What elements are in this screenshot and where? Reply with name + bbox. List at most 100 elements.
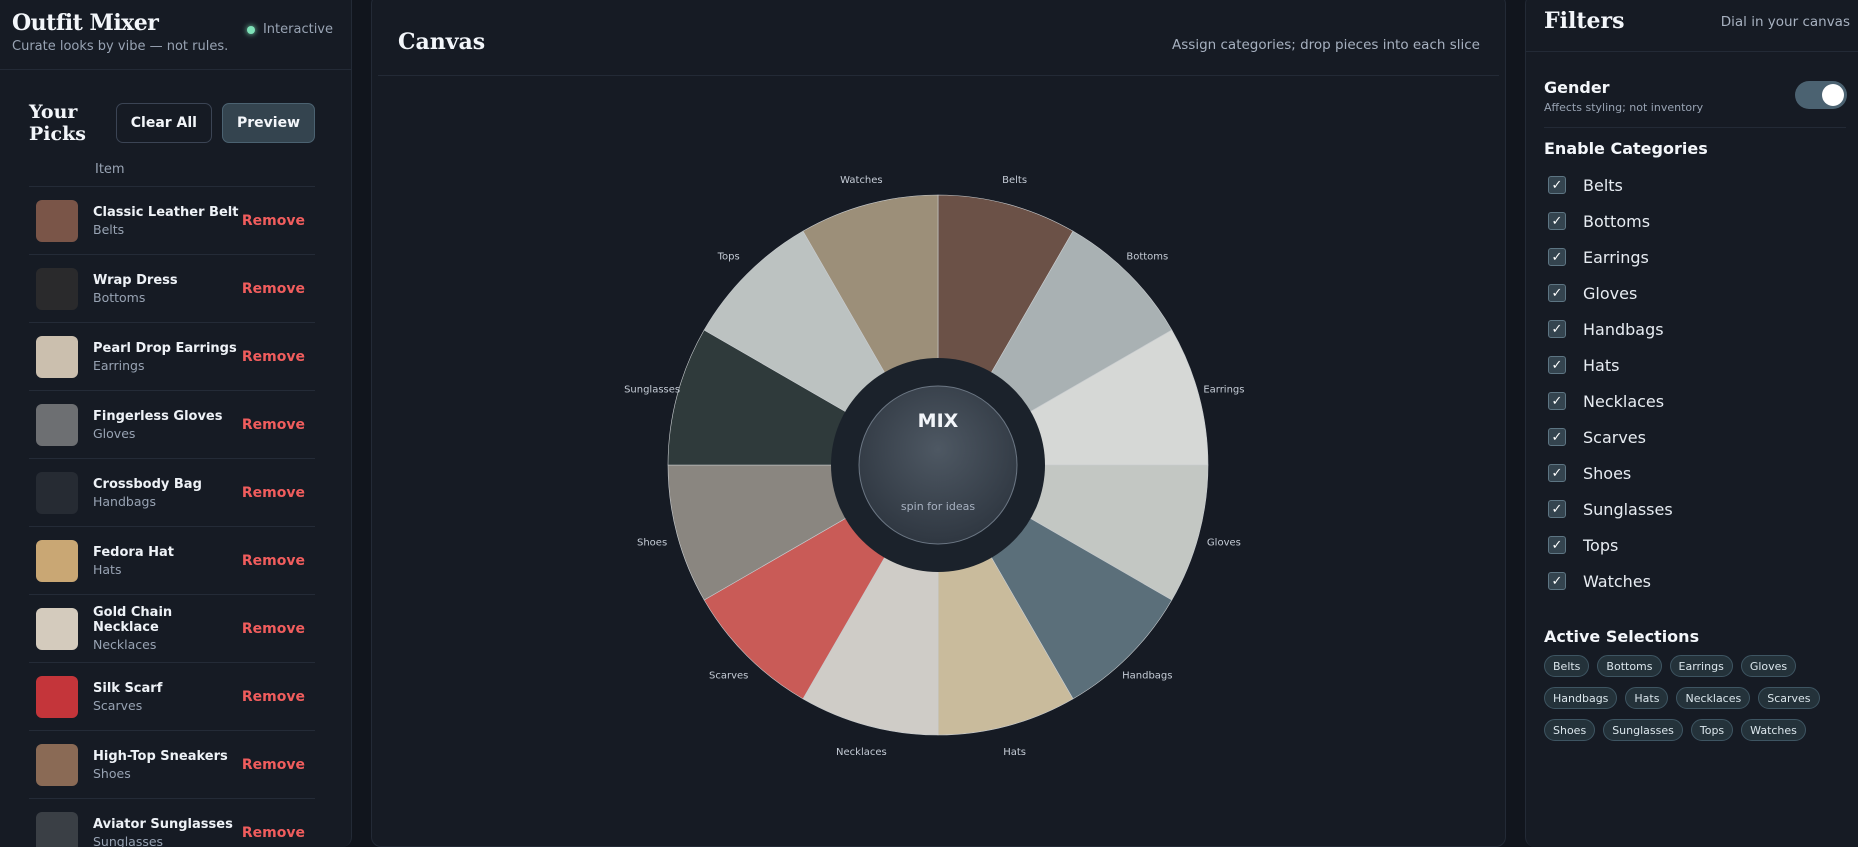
remove-button[interactable]: Remove [242,485,305,501]
category-checkbox-row[interactable]: ✓ Scarves [1548,419,1673,455]
checkbox-checked-icon[interactable]: ✓ [1548,464,1566,482]
table-row: Aviator Sunglasses Sunglasses Remove [29,799,315,847]
remove-button[interactable]: Remove [242,825,305,841]
gender-title: Gender [1544,78,1610,97]
item-thumbnail [36,539,78,582]
remove-button[interactable]: Remove [242,621,305,637]
divider [1526,51,1858,52]
checkbox-checked-icon[interactable]: ✓ [1548,356,1566,374]
canvas-panel: Canvas Assign categories; drop pieces in… [371,0,1506,847]
checkbox-checked-icon[interactable]: ✓ [1548,500,1566,518]
category-checkbox-row[interactable]: ✓ Gloves [1548,275,1673,311]
category-checkbox-row[interactable]: ✓ Necklaces [1548,383,1673,419]
remove-button[interactable]: Remove [242,553,305,569]
item-category: Hats [93,561,122,577]
active-chip[interactable]: Sunglasses [1603,719,1683,741]
active-selections-title: Active Selections [1544,627,1700,646]
status-indicator: Interactive [246,22,333,37]
table-row: High-Top Sneakers Shoes Remove [29,731,315,799]
checkbox-checked-icon[interactable]: ✓ [1548,212,1566,230]
item-category: Gloves [93,425,136,441]
checkbox-checked-icon[interactable]: ✓ [1548,392,1566,410]
category-label: Gloves [1583,283,1638,303]
preview-button[interactable]: Preview [221,103,315,143]
slice-label: Hats [1003,747,1026,758]
category-checkbox-row[interactable]: ✓ Tops [1548,527,1673,563]
category-checkbox-row[interactable]: ✓ Earrings [1548,239,1673,275]
clear-all-button[interactable]: Clear All [115,103,212,143]
checkbox-checked-icon[interactable]: ✓ [1548,536,1566,554]
active-chip[interactable]: Earrings [1669,655,1733,677]
table-row: Fedora Hat Hats Remove [29,527,315,595]
item-name: Classic Leather Belt [93,204,239,220]
active-chip[interactable]: Necklaces [1676,687,1751,709]
picks-panel: Outfit Mixer Curate looks by vibe — not … [0,0,352,847]
remove-button[interactable]: Remove [242,417,305,433]
active-chip[interactable]: Belts [1544,655,1590,677]
table-row: Wrap Dress Bottoms Remove [29,255,315,323]
slice-label: Necklaces [836,747,887,758]
item-text: Classic Leather Belt Belts [93,205,242,237]
category-label: Hats [1583,355,1620,375]
remove-button[interactable]: Remove [242,213,305,229]
active-chip[interactable]: Bottoms [1597,655,1662,677]
active-chip[interactable]: Scarves [1758,687,1820,709]
checkbox-checked-icon[interactable]: ✓ [1548,248,1566,266]
item-name: Fedora Hat [93,544,174,560]
remove-button[interactable]: Remove [242,689,305,705]
category-label: Necklaces [1583,391,1665,411]
active-chip[interactable]: Gloves [1740,655,1797,677]
slice-label: Gloves [1207,538,1241,549]
gender-subtitle: Affects styling; not inventory [1544,101,1704,114]
item-thumbnail [36,403,78,446]
item-text: Gold Chain Necklace Necklaces [93,605,242,652]
outfit-wheel[interactable]: Belts Bottoms Earrings Gloves Handbags Hats Ne… [372,0,1507,847]
slice-label: Handbags [1122,670,1172,681]
category-checkbox-row[interactable]: ✓ Shoes [1548,455,1673,491]
active-chip[interactable]: Watches [1741,719,1806,741]
item-category: Necklaces [93,637,157,652]
checkbox-checked-icon[interactable]: ✓ [1548,176,1566,194]
remove-button[interactable]: Remove [242,757,305,773]
remove-button[interactable]: Remove [242,281,305,297]
category-label: Belts [1583,175,1623,195]
table-row: Silk Scarf Scarves Remove [29,663,315,731]
remove-button[interactable]: Remove [242,349,305,365]
picks-list: Classic Leather Belt Belts Remove Wrap Dres… [29,187,315,847]
item-thumbnail [36,607,78,650]
category-checkbox-row[interactable]: ✓ Hats [1548,347,1673,383]
category-label: Handbags [1583,319,1664,339]
active-chip[interactable]: Hats [1625,687,1669,709]
item-name: Aviator Sunglasses [93,816,233,832]
category-checkbox-row[interactable]: ✓ Handbags [1548,311,1673,347]
item-category: Handbags [93,493,156,509]
active-chip[interactable]: Tops [1690,719,1734,741]
item-category: Scarves [93,697,143,713]
category-label: Shoes [1583,463,1632,483]
divider [0,69,351,70]
category-checkbox-row[interactable]: ✓ Sunglasses [1548,491,1673,527]
app-title: Outfit Mixer [12,10,159,36]
category-checkbox-row[interactable]: ✓ Bottoms [1548,203,1673,239]
checkbox-checked-icon[interactable]: ✓ [1548,428,1566,446]
gender-toggle[interactable] [1795,81,1847,109]
slice-label: Scarves [709,670,748,681]
item-thumbnail [36,811,78,847]
table-row: Gold Chain Necklace Necklaces Remove [29,595,315,663]
checkbox-checked-icon[interactable]: ✓ [1548,320,1566,338]
item-name: Silk Scarf [93,680,163,696]
table-row: Classic Leather Belt Belts Remove [29,187,315,255]
brand: Outfit Mixer Curate looks by vibe — not … [12,10,228,54]
table-row: Pearl Drop Earrings Earrings Remove [29,323,315,391]
item-name: High-Top Sneakers [93,748,228,764]
slice-label: Bottoms [1126,252,1168,263]
checkbox-checked-icon[interactable]: ✓ [1548,284,1566,302]
checkbox-checked-icon[interactable]: ✓ [1548,572,1566,590]
active-chip[interactable]: Shoes [1544,719,1596,741]
category-checkbox-row[interactable]: ✓ Belts [1548,167,1673,203]
category-checkbox-row[interactable]: ✓ Watches [1548,563,1673,599]
active-chip[interactable]: Handbags [1544,687,1618,709]
item-thumbnail [36,675,78,718]
item-text: Fingerless Gloves Gloves [93,409,242,441]
item-text: Pearl Drop Earrings Earrings [93,341,242,373]
